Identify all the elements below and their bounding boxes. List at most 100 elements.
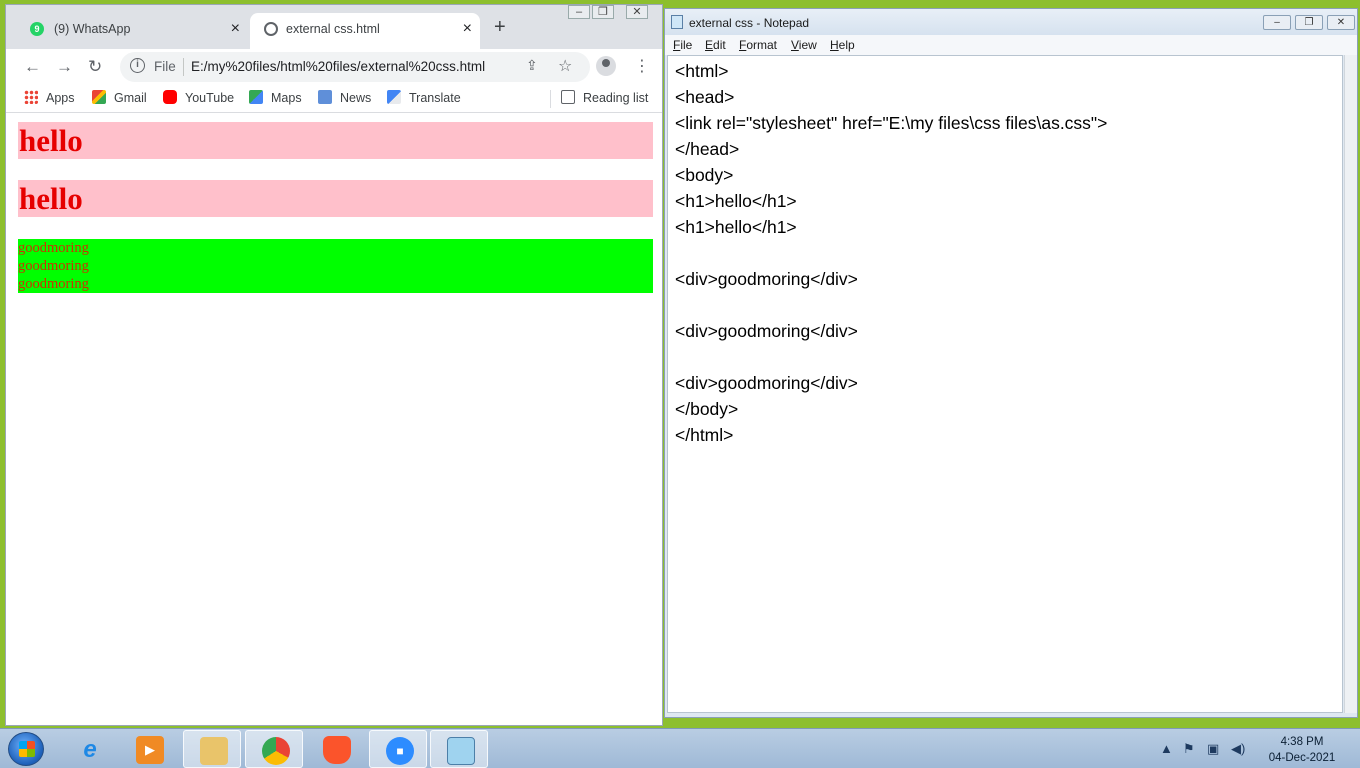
minimize-button[interactable]: – xyxy=(568,5,590,19)
bookmark-apps[interactable]: Apps xyxy=(24,90,75,105)
page-heading: hello xyxy=(18,122,653,159)
bookmarks-bar: Apps Gmail YouTube Maps News Translate R… xyxy=(6,85,662,113)
menu-bar: File Edit Format View Help xyxy=(665,35,1357,55)
menu-accelerator: H xyxy=(830,38,839,52)
profile-avatar-icon[interactable] xyxy=(596,56,616,76)
back-icon[interactable]: ← xyxy=(24,57,41,77)
restore-button[interactable]: ❐ xyxy=(1295,15,1323,30)
code-line: <body> xyxy=(675,165,734,185)
notepad-window: external css - Notepad – ❐ ✕ File Edit F… xyxy=(664,8,1358,718)
page-div: goodmoring xyxy=(18,239,653,257)
menu-label: dit xyxy=(713,38,726,52)
reload-icon[interactable]: ↻ xyxy=(88,57,102,77)
brave-icon xyxy=(323,736,351,764)
taskbar-app[interactable] xyxy=(430,730,488,768)
taskbar-app[interactable] xyxy=(307,730,365,768)
volume-icon[interactable]: ◀) xyxy=(1231,741,1245,757)
translate-icon xyxy=(387,90,401,104)
system-clock[interactable]: 4:38 PM 04-Dec-2021 xyxy=(1262,734,1342,766)
restore-button[interactable]: ❐ xyxy=(592,5,614,19)
code-line: <div>goodmoring</div> xyxy=(675,269,858,289)
menu-format[interactable]: Format xyxy=(739,38,777,52)
code-line: <h1>hello</h1> xyxy=(675,191,797,211)
divider xyxy=(550,90,551,108)
code-line: <h1>hello</h1> xyxy=(675,217,797,237)
start-button[interactable] xyxy=(8,732,44,766)
url-text[interactable]: E:/my%20files/html%20files/external%20cs… xyxy=(191,59,485,74)
reading-list-icon xyxy=(561,90,575,104)
taskbar-app[interactable]: e xyxy=(60,730,118,768)
page-div: goodmoring xyxy=(18,275,653,293)
windows-logo-icon xyxy=(19,741,35,757)
code-line: <html> xyxy=(675,61,729,81)
code-line: <div>goodmoring</div> xyxy=(675,373,858,393)
tab-label: (9) WhatsApp xyxy=(54,22,131,36)
globe-icon xyxy=(264,22,278,36)
action-center-flag-icon[interactable]: ⚑ xyxy=(1183,741,1195,757)
reading-list-button[interactable]: Reading list xyxy=(561,90,648,105)
close-tab-icon[interactable]: × xyxy=(231,20,240,38)
close-tab-icon[interactable]: × xyxy=(463,20,472,38)
menu-help[interactable]: Help xyxy=(830,38,855,52)
internet-explorer-icon: e xyxy=(83,736,97,763)
taskbar-app[interactable]: ▶ xyxy=(120,730,178,768)
menu-view[interactable]: View xyxy=(791,38,817,52)
notepad-icon xyxy=(447,737,475,765)
window-title: external css - Notepad xyxy=(689,16,810,30)
whatsapp-icon: 9 xyxy=(30,22,44,36)
menu-edit[interactable]: Edit xyxy=(705,38,726,52)
menu-label: iew xyxy=(798,38,817,52)
bookmark-label: Apps xyxy=(46,91,75,105)
menu-label: elp xyxy=(838,38,855,52)
network-icon[interactable]: ▣ xyxy=(1207,741,1219,757)
page-viewport: hello hello goodmoring goodmoring goodmo… xyxy=(6,114,662,725)
file-label: File xyxy=(154,59,176,74)
vertical-scrollbar[interactable] xyxy=(1344,55,1357,713)
minimize-button[interactable]: – xyxy=(1263,15,1291,30)
code-line: <div>goodmoring</div> xyxy=(675,321,858,341)
code-line: <link rel="stylesheet" href="E:\my files… xyxy=(675,113,1108,133)
text-editor[interactable]: <html> <head> <link rel="stylesheet" hre… xyxy=(667,55,1343,713)
more-menu-icon[interactable]: ⋮ xyxy=(634,56,650,76)
bookmark-label: News xyxy=(340,91,372,105)
menu-accelerator: E xyxy=(705,38,714,52)
tab-strip: 9 (9) WhatsApp × external css.html × + –… xyxy=(6,5,662,49)
tab-label: external css.html xyxy=(286,22,380,36)
divider xyxy=(183,58,184,76)
bookmark-star-icon[interactable]: ☆ xyxy=(558,56,572,76)
bookmark-youtube[interactable]: YouTube xyxy=(163,90,234,105)
new-tab-button[interactable]: + xyxy=(494,16,506,39)
file-explorer-icon xyxy=(200,737,228,765)
taskbar-app[interactable]: ■ xyxy=(369,730,427,768)
show-hidden-icons[interactable]: ▲ xyxy=(1160,741,1173,756)
maps-icon xyxy=(249,90,263,104)
taskbar-app[interactable] xyxy=(183,730,241,768)
chrome-icon xyxy=(262,737,290,765)
tab-whatsapp[interactable]: 9 (9) WhatsApp × xyxy=(6,13,248,49)
address-bar[interactable]: i File E:/my%20files/html%20files/extern… xyxy=(120,52,590,82)
reading-list-label: Reading list xyxy=(583,91,649,105)
code-line: </body> xyxy=(675,399,739,419)
media-player-icon: ▶ xyxy=(136,736,164,764)
tab-external-css[interactable]: external css.html × xyxy=(250,13,480,49)
news-icon xyxy=(318,90,332,104)
close-window-button[interactable]: ✕ xyxy=(626,5,648,19)
forward-icon[interactable]: → xyxy=(56,57,73,77)
info-icon[interactable]: i xyxy=(130,58,145,73)
zoom-icon: ■ xyxy=(386,737,414,765)
youtube-icon xyxy=(163,90,177,104)
bookmark-translate[interactable]: Translate xyxy=(387,90,461,105)
close-window-button[interactable]: ✕ xyxy=(1327,15,1355,30)
bookmark-maps[interactable]: Maps xyxy=(249,90,302,105)
menu-label: ile xyxy=(680,38,693,52)
bookmark-news[interactable]: News xyxy=(318,90,371,105)
code-line: <head> xyxy=(675,87,735,107)
bookmark-gmail[interactable]: Gmail xyxy=(92,90,147,105)
page-div: goodmoring xyxy=(18,257,653,275)
share-icon[interactable]: ⇪ xyxy=(526,57,538,74)
code-line: </html> xyxy=(675,425,734,445)
notepad-icon xyxy=(671,15,683,29)
taskbar-app[interactable] xyxy=(245,730,303,768)
menu-file[interactable]: File xyxy=(673,38,692,52)
bookmark-label: Gmail xyxy=(114,91,147,105)
